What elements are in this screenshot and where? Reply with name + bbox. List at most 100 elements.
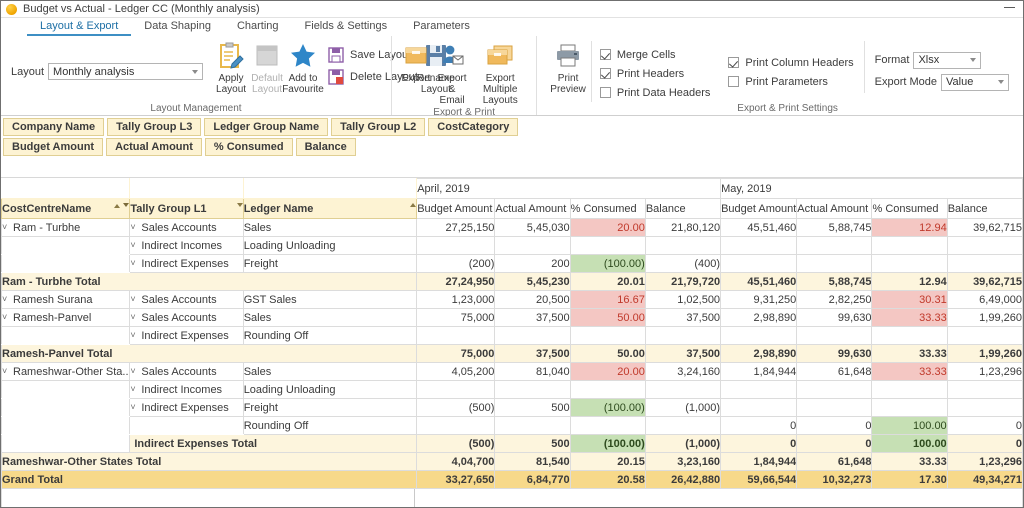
measure-header-apr-balance[interactable]: Balance [645,199,720,219]
cell-value[interactable]: 1,02,500 [645,291,720,309]
cell-ledger-name[interactable]: Loading Unloading [243,237,417,255]
cell-value[interactable]: 1,99,260 [947,345,1022,363]
cell-cost-centre[interactable] [2,381,130,399]
cell-value[interactable]: 20,500 [495,291,570,309]
merge-cells-checkbox[interactable] [600,49,611,60]
cell-value[interactable] [947,381,1022,399]
measure-header-apr-consumed[interactable]: % Consumed [570,199,645,219]
expand-collapse-icon[interactable]: ˅ [130,403,139,412]
cell-value[interactable]: 49,34,271 [947,471,1022,489]
cell-cost-centre[interactable]: ˅Rameshwar-Other Sta... [2,363,130,381]
cell-tally-group[interactable]: ˅Indirect Incomes [130,237,243,255]
cell-value[interactable]: 75,000 [417,309,495,327]
cell-value[interactable]: 61,648 [797,453,872,471]
cell-cost-centre[interactable]: ˅Ramesh Surana [2,291,130,309]
cell-value[interactable] [570,417,645,435]
cell-value[interactable]: 1,23,000 [417,291,495,309]
format-combo[interactable]: Xlsx [913,52,981,69]
cell-cost-centre[interactable]: ˅Ramesh-Panvel [2,309,130,327]
cell-value[interactable] [721,237,797,255]
cell-tally-group[interactable]: ˅Indirect Expenses [130,327,243,345]
cell-value[interactable] [947,255,1022,273]
cell-value[interactable] [797,399,872,417]
cell-tally-group[interactable]: ˅Indirect Expenses [130,399,243,417]
cell-value[interactable] [495,327,570,345]
cell-cost-centre[interactable] [2,399,130,417]
cell-value[interactable]: 6,49,000 [947,291,1022,309]
expand-collapse-icon[interactable]: ˅ [130,313,139,322]
expand-collapse-icon[interactable]: ˅ [2,223,11,232]
cell-tally-group[interactable]: ˅Sales Accounts [130,219,243,237]
ledger-name-sort[interactable] [410,203,416,207]
cell-value[interactable]: 12.94 [872,219,947,237]
merge-cells-checkbox-row[interactable]: Merge Cells [600,45,711,64]
cell-value[interactable]: 1,84,944 [721,363,797,381]
cell-value[interactable]: 37,500 [495,309,570,327]
table-row[interactable]: ˅Indirect IncomesLoading Unloading [2,237,1023,255]
column-header-tally-group-l1[interactable]: Tally Group L1 [130,199,243,219]
cell-value[interactable]: 39,62,715 [947,219,1022,237]
print-column-headers-checkbox[interactable] [728,57,739,68]
cell-value[interactable]: 39,62,715 [947,273,1022,291]
cell-value[interactable] [797,255,872,273]
cell-value[interactable]: 17.30 [872,471,947,489]
cell-tally-group[interactable]: ˅Sales Accounts [130,363,243,381]
apply-layout-button[interactable]: Apply Layout [213,41,249,95]
cell-value[interactable]: 26,42,880 [645,471,720,489]
export-email-button[interactable]: Export & Email [434,41,470,106]
cell-value[interactable]: 2,82,250 [797,291,872,309]
measure-header-apr-budget[interactable]: Budget Amount [417,199,495,219]
print-headers-checkbox[interactable] [600,68,611,79]
measure-header-apr-actual[interactable]: Actual Amount [495,199,570,219]
tab-parameters[interactable]: Parameters [400,20,483,36]
cell-value[interactable]: 20.00 [570,219,645,237]
measure-header-may-balance[interactable]: Balance [947,199,1022,219]
cell-value[interactable]: 50.00 [570,309,645,327]
cell-value[interactable]: 2,98,890 [721,345,797,363]
expand-collapse-icon[interactable]: ˅ [130,385,139,394]
table-row[interactable]: Rameshwar-Other States Total4,04,70081,5… [2,453,1023,471]
export-mode-combo[interactable]: Value [941,74,1009,91]
cell-value[interactable] [721,399,797,417]
cell-value[interactable]: 45,51,460 [721,219,797,237]
cell-value[interactable] [797,381,872,399]
field-chip-cost-category[interactable]: CostCategory [428,118,518,136]
cell-value[interactable]: 20.01 [570,273,645,291]
cell-value[interactable] [872,399,947,417]
cell-value[interactable]: 500 [495,399,570,417]
cell-value[interactable]: 4,04,700 [417,453,495,471]
cell-value[interactable]: (100.00) [570,399,645,417]
cell-grand-total-label[interactable]: Grand Total [2,471,417,489]
cell-value[interactable]: 75,000 [417,345,495,363]
cell-value[interactable]: 99,630 [797,345,872,363]
cell-value[interactable] [872,237,947,255]
cell-value[interactable] [797,237,872,255]
cell-value[interactable] [570,327,645,345]
print-data-headers-checkbox[interactable] [600,87,611,98]
expand-collapse-icon[interactable]: ˅ [130,259,139,268]
cell-ledger-name[interactable]: Loading Unloading [243,381,417,399]
cell-value[interactable]: 0 [797,417,872,435]
cell-value[interactable]: (400) [645,255,720,273]
cell-value[interactable]: 27,24,950 [417,273,495,291]
cell-value[interactable]: (1,000) [645,435,720,453]
cell-value[interactable] [417,417,495,435]
cell-cost-centre[interactable] [2,255,130,273]
cell-value[interactable]: 20.00 [570,363,645,381]
cell-value[interactable]: 9,31,250 [721,291,797,309]
cell-ledger-name[interactable]: Freight [243,399,417,417]
field-chip-budget-amount[interactable]: Budget Amount [3,138,103,156]
cell-value[interactable]: 5,88,745 [797,273,872,291]
cell-value[interactable] [645,327,720,345]
cell-value[interactable]: 1,23,296 [947,363,1022,381]
cell-value[interactable]: 27,25,150 [417,219,495,237]
print-column-headers-checkbox-row[interactable]: Print Column Headers [728,53,853,72]
costcentrename-sort-filter[interactable] [114,203,129,209]
cell-value[interactable]: 33.33 [872,363,947,381]
cell-value[interactable]: 16.67 [570,291,645,309]
expand-collapse-icon[interactable]: ˅ [130,331,139,340]
cell-value[interactable]: 2,98,890 [721,309,797,327]
cell-value[interactable]: (1,000) [645,399,720,417]
cell-value[interactable]: 0 [721,417,797,435]
cell-value[interactable]: 45,51,460 [721,273,797,291]
